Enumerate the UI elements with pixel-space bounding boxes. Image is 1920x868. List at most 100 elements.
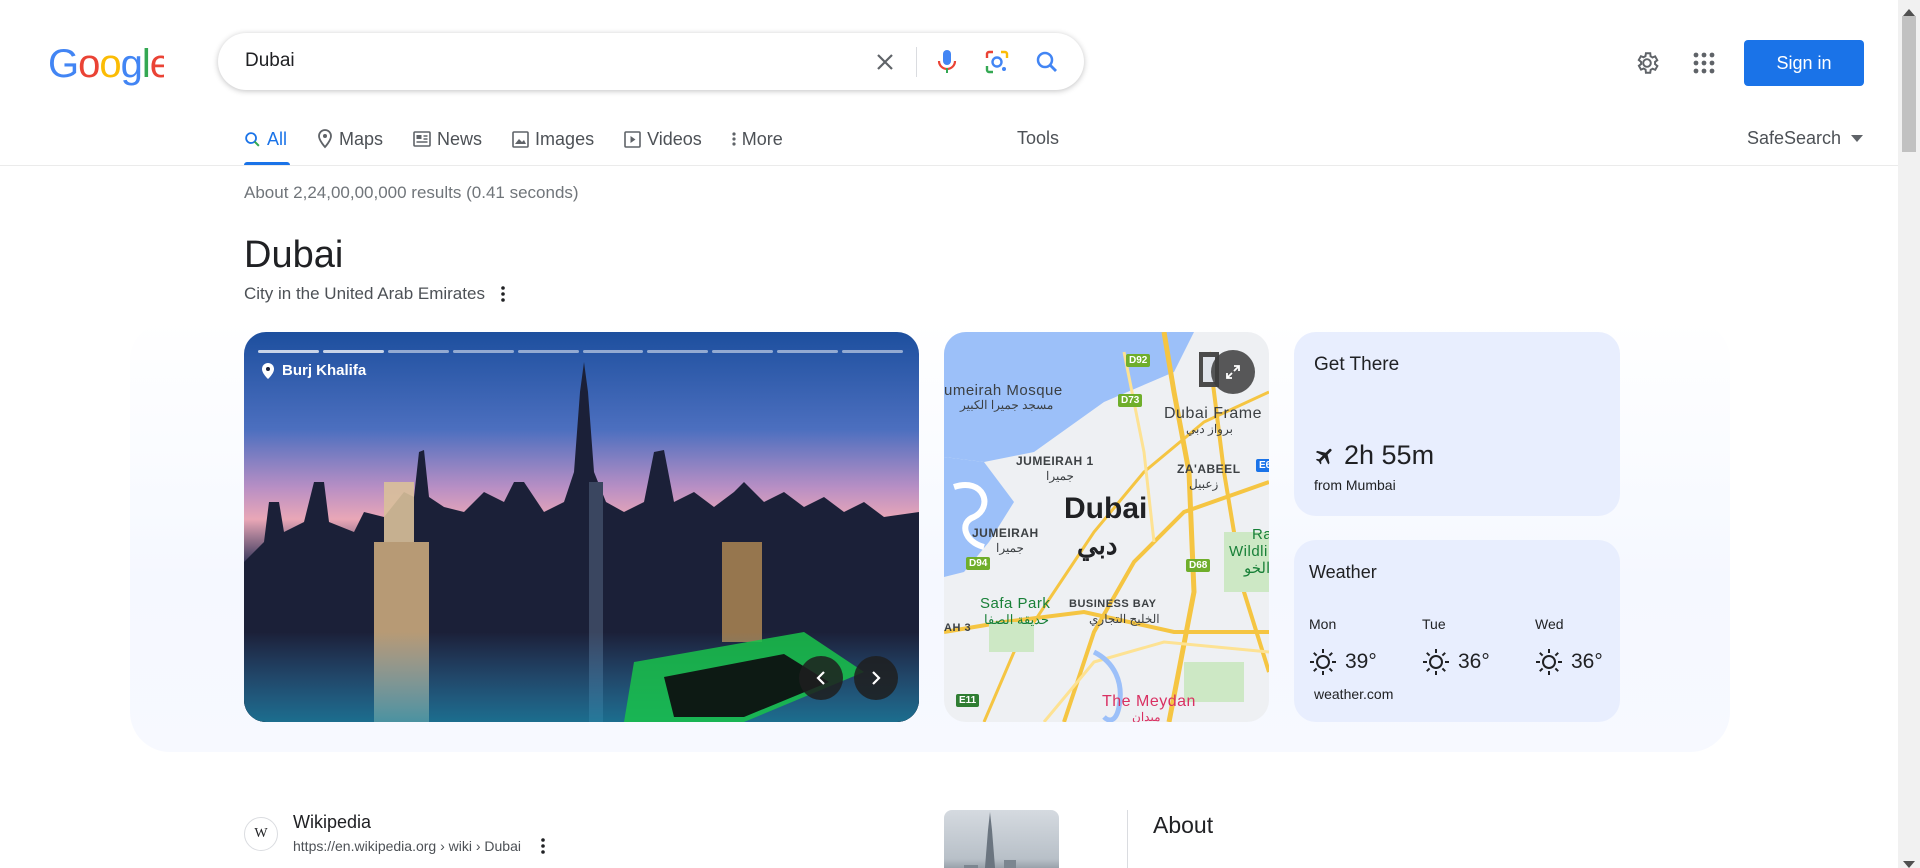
carousel-next-button[interactable] <box>854 656 898 700</box>
map-label: AH 3 <box>944 622 972 634</box>
map-label: JUMEIRAH <box>972 526 1039 540</box>
news-icon <box>413 131 431 147</box>
clear-icon[interactable] <box>870 47 900 77</box>
about-heading: About <box>1153 812 1214 838</box>
search-divider <box>916 47 917 77</box>
map-card[interactable]: D92 D73 D94 D68 E11 E6 umeirah Mosque مس… <box>944 332 1269 722</box>
results-stats: About 2,24,00,00,000 results (0.41 secon… <box>244 183 579 202</box>
search-input[interactable]: Dubai <box>245 50 295 72</box>
map-label: Wildli <box>1229 543 1268 560</box>
microphone-icon[interactable] <box>932 47 962 77</box>
map-expand-button[interactable] <box>1211 350 1255 394</box>
map-label: Dubai Frame <box>1164 405 1262 422</box>
sun-icon <box>1423 649 1449 675</box>
search-box[interactable]: Dubai <box>218 33 1084 90</box>
tab-label: Videos <box>647 128 702 149</box>
tab-label: All <box>267 128 288 149</box>
carousel-prev-button[interactable] <box>799 656 843 700</box>
weather-forecast-item: 36° <box>1535 648 1603 676</box>
sign-in-button[interactable]: Sign in <box>1744 40 1864 86</box>
result-site-name[interactable]: Wikipedia <box>293 812 371 833</box>
about-thumbnail-image[interactable] <box>944 810 1059 868</box>
tab-videos[interactable]: Videos <box>624 126 702 152</box>
apps-grid-icon[interactable] <box>1688 47 1720 79</box>
road-shield: E6 <box>1256 459 1269 472</box>
tab-images[interactable]: Images <box>512 126 594 152</box>
google-logo[interactable]: Google <box>48 40 172 86</box>
map-label: umeirah Mosque <box>944 382 1063 399</box>
entity-subtitle-text: City in the United Arab Emirates <box>244 284 485 303</box>
road-shield: E11 <box>956 694 980 707</box>
tab-label: Images <box>535 128 595 149</box>
map-label: The Meydan <box>1102 693 1196 710</box>
map-label: جميرا <box>996 541 1024 555</box>
safesearch-label: SafeSearch <box>1747 128 1842 148</box>
more-options-icon[interactable] <box>541 838 545 854</box>
image-icon <box>512 130 529 148</box>
scrollbar-thumb[interactable] <box>1902 16 1916 152</box>
map-label: الخو <box>1244 560 1269 577</box>
tab-more[interactable]: More <box>732 126 783 152</box>
photo-location-tag: Burj Khalifa <box>262 362 366 379</box>
get-there-title: Get There <box>1314 354 1400 375</box>
map-label: ZA'ABEEL <box>1177 462 1241 476</box>
wikipedia-favicon[interactable]: W <box>244 817 278 851</box>
caret-down-icon <box>1851 134 1864 142</box>
road-shield: D94 <box>966 557 991 570</box>
map-label: جميرا <box>1046 469 1074 483</box>
tab-all[interactable]: All <box>244 126 287 152</box>
safesearch-dropdown[interactable]: SafeSearch <box>1747 128 1864 149</box>
chevron-left-icon <box>816 671 825 685</box>
map-label: مسجد جميرا الكبير <box>960 398 1054 412</box>
entity-title: Dubai <box>244 234 344 276</box>
weather-forecast-item: 36° <box>1422 648 1490 676</box>
flight-duration-value: 2h 55m <box>1344 440 1435 470</box>
tab-news[interactable]: News <box>413 126 482 152</box>
tab-label: Maps <box>339 128 384 149</box>
scroll-up-arrow-icon[interactable] <box>1903 3 1915 21</box>
search-tabs: All Maps News Images Videos More <box>244 126 813 166</box>
more-options-icon[interactable] <box>501 286 505 302</box>
result-url-text: https://en.wikipedia.org › wiki › Dubai <box>293 838 521 854</box>
video-icon <box>624 130 641 148</box>
map-label: حديقة الصفا <box>984 612 1050 627</box>
weather-source-link[interactable]: weather.com <box>1314 686 1393 702</box>
flight-origin: from Mumbai <box>1314 477 1396 493</box>
map-label: Ra <box>1252 526 1269 543</box>
more-vert-icon <box>732 132 736 146</box>
expand-icon <box>1226 365 1240 379</box>
tools-button[interactable]: Tools <box>1017 128 1059 149</box>
map-label: زعبيل <box>1189 477 1219 491</box>
lens-icon[interactable] <box>982 47 1012 77</box>
weather-temp: 39° <box>1345 650 1377 673</box>
weather-title: Weather <box>1309 562 1377 582</box>
map-pin-icon <box>318 129 332 149</box>
map-label: برواز دبي <box>1186 422 1233 436</box>
map-label: Safa Park <box>980 595 1051 612</box>
map-label: ميدان <box>1132 710 1161 722</box>
map-city-label-ar: دبي <box>1077 530 1118 560</box>
get-there-card[interactable]: Get There 2h 55m from Mumbai <box>1294 332 1620 516</box>
sun-icon <box>1310 649 1336 675</box>
entity-subtitle: City in the United Arab Emirates <box>244 284 505 304</box>
carousel-progress <box>258 350 904 353</box>
map-label: BUSINESS BAY <box>1069 598 1157 610</box>
result-url[interactable]: https://en.wikipedia.org › wiki › Dubai <box>293 838 545 854</box>
settings-gear-icon[interactable] <box>1631 47 1663 79</box>
road-shield: D68 <box>1186 559 1211 572</box>
weather-card[interactable]: Weather Mon 39° Tue 36° Wed 36° weather.… <box>1294 540 1620 722</box>
weather-day: Mon <box>1309 616 1337 632</box>
header-divider <box>0 165 1898 166</box>
search-icon[interactable] <box>1032 47 1062 77</box>
road-shield: D73 <box>1118 394 1143 407</box>
weather-temp: 36° <box>1571 650 1603 673</box>
weather-forecast-item: 39° <box>1309 648 1377 676</box>
svg-text:Google: Google <box>48 42 164 86</box>
photo-carousel[interactable]: Burj Khalifa <box>244 332 919 722</box>
tab-label: News <box>437 128 483 149</box>
map-city-label: Dubai <box>1064 492 1148 525</box>
tab-maps[interactable]: Maps <box>317 126 383 152</box>
scroll-down-arrow-icon[interactable] <box>1903 856 1915 868</box>
weather-temp: 36° <box>1458 650 1490 673</box>
sun-icon <box>1536 649 1562 675</box>
